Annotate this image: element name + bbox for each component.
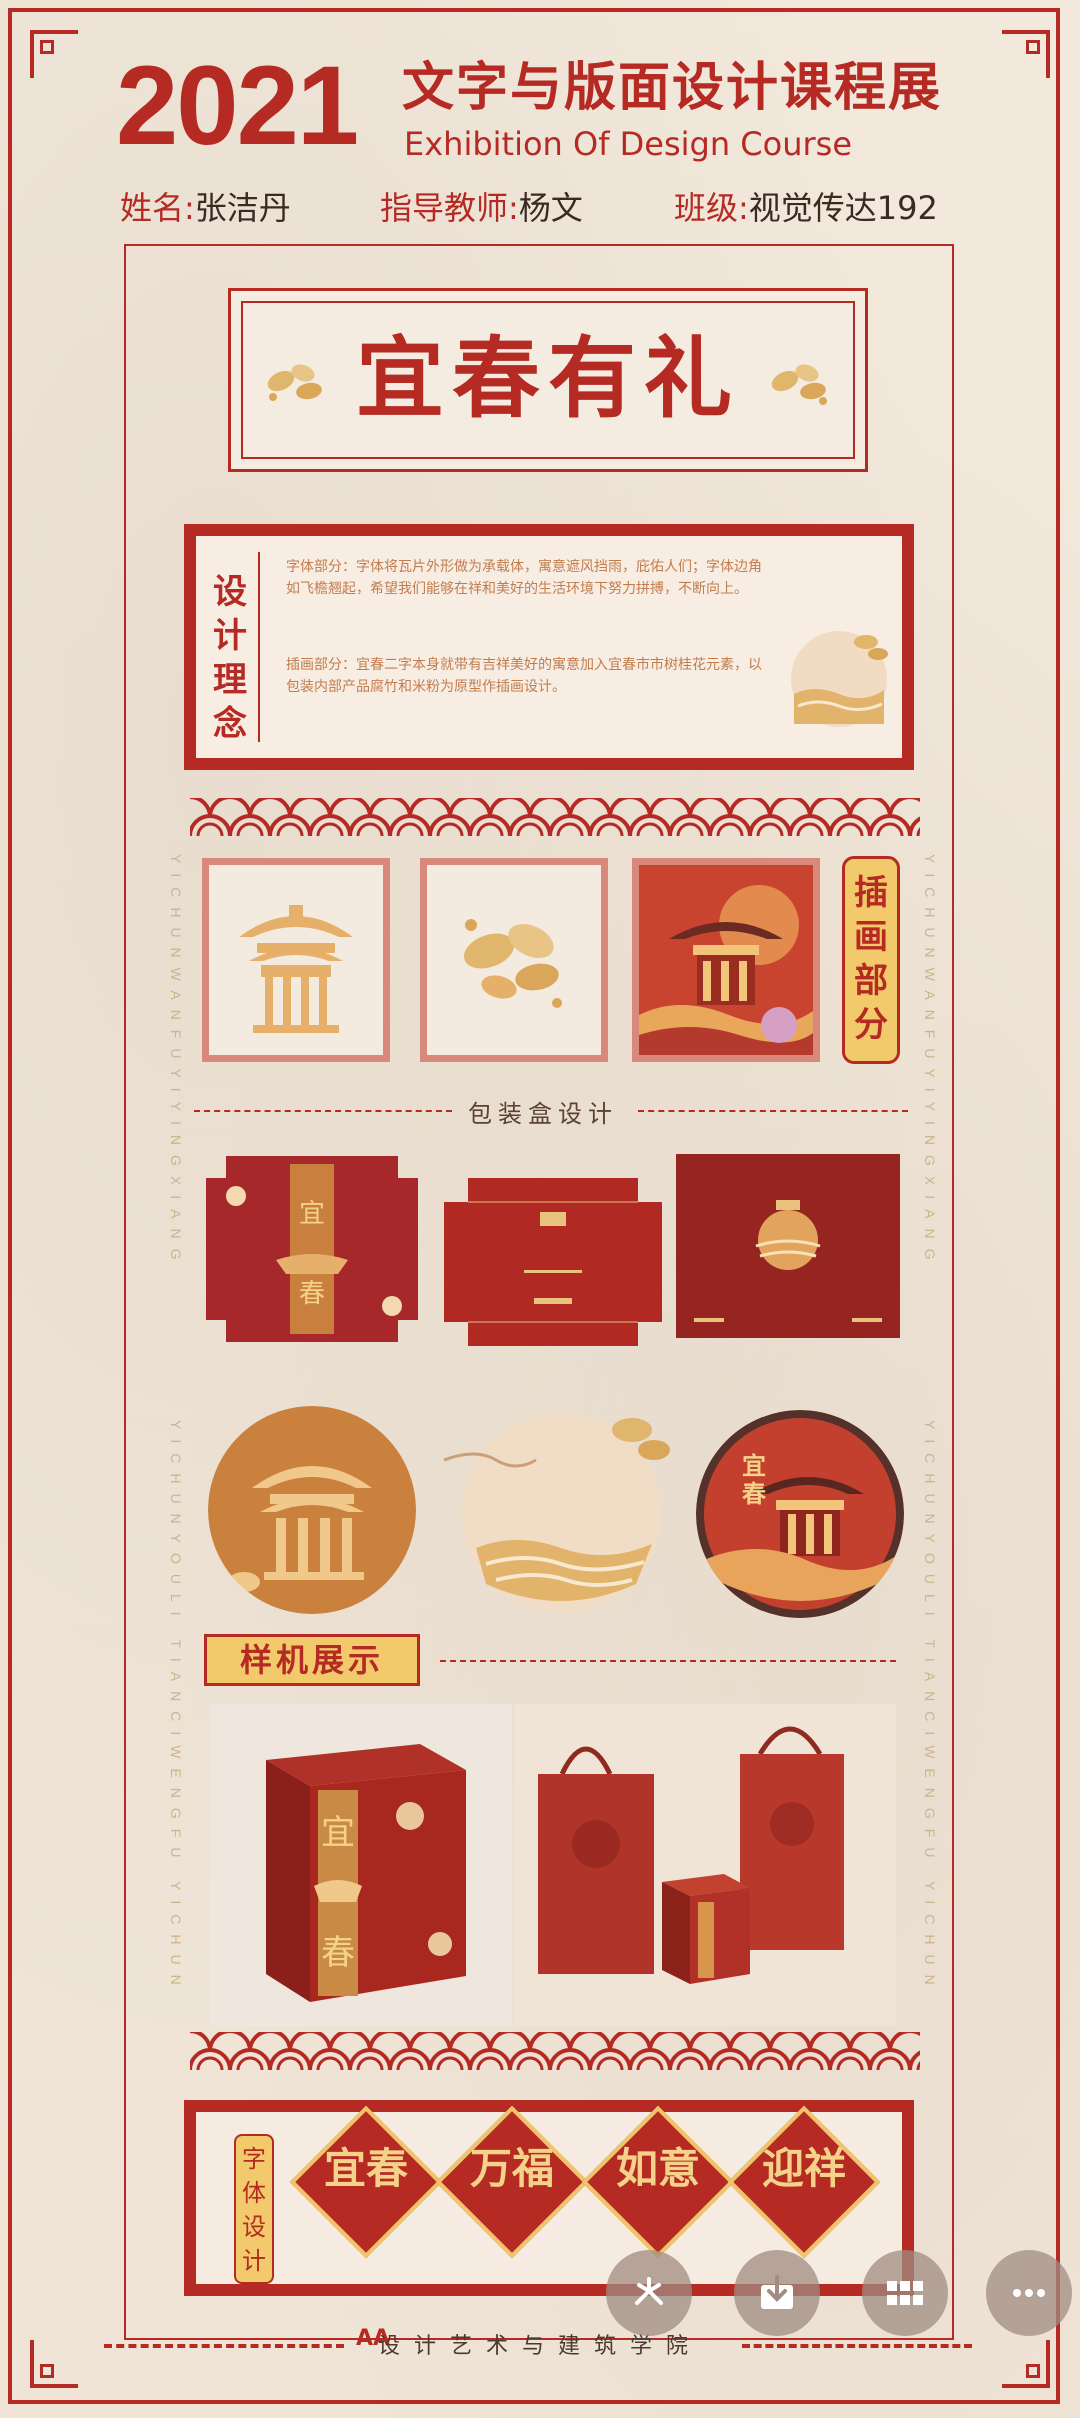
svg-text:宜: 宜: [742, 1452, 766, 1480]
font-tile-text: 迎祥: [761, 2144, 846, 2193]
packaging-dieline-front: 宜 春: [206, 1156, 418, 1342]
side-pinyin-right: YICHUNWANFUYIYINGXIANG: [922, 854, 938, 1270]
teacher: 指导教师:杨文: [380, 192, 583, 224]
packaging-title: 包装盒设计: [468, 1100, 618, 1128]
class: 班级:视觉传达192: [674, 192, 938, 224]
circle-label-waves: [443, 1413, 670, 1613]
corner-ornament: [30, 30, 78, 78]
download-button[interactable]: [734, 2250, 820, 2336]
poster: 2021 文字与版面设计课程展 Exhibition Of Design Cou…: [0, 0, 1080, 2418]
svg-text:春: 春: [299, 1279, 325, 1309]
packaging-dieline-inner: [444, 1178, 662, 1346]
course-subtitle: Exhibition Of Design Course: [404, 125, 852, 163]
pavilion-scene-icon: [639, 865, 813, 1055]
class-label: 班级:: [674, 189, 749, 227]
name-value: 张洁丹: [194, 189, 291, 227]
svg-text:宜: 宜: [321, 1813, 355, 1853]
osmanthus-icon: [771, 364, 827, 405]
concept-text-font: 字体部分：字体将瓦片外形做为承载体，寓意遮风挡雨，庇佑人们；字体边角如飞檐翘起，…: [286, 559, 762, 597]
packaging-dieline-lid: [676, 1154, 900, 1338]
divider-line: [194, 1110, 452, 1112]
osmanthus-icon: [463, 919, 562, 1008]
illustration-section-label: 插画部分: [842, 856, 900, 1064]
concept-text-illustration: 插画部分：宜春二字本身就带有吉祥美好的寓意加入宜春市市树桂花元素，以包装内部产品…: [286, 657, 762, 695]
font-design-label: 字体设计: [234, 2134, 274, 2284]
svg-text:春: 春: [742, 1480, 766, 1508]
illustration-scene-box: [632, 858, 820, 1062]
grid-button[interactable]: [862, 2250, 948, 2336]
wave-pattern: [190, 798, 920, 836]
side-pinyin-left: YICHUNWANFUYIYINGXIANG: [168, 854, 184, 1270]
mockup-photo-box: 宜 春: [210, 1704, 512, 2026]
grid-icon: [887, 2281, 923, 2305]
concept-panel-inner: 设计理念 字体部分：字体将瓦片外形做为承载体，寓意遮风挡雨，庇佑人们；字体边角如…: [196, 536, 902, 758]
corner-ornament: [1002, 30, 1050, 78]
mockup-section-label: 样机展示: [204, 1634, 420, 1686]
circle-label-pavilion: [208, 1406, 416, 1614]
mockup-photo-bags: [514, 1704, 896, 2026]
name-label: 姓名:: [120, 189, 195, 227]
font-tile-text: 万福: [469, 2144, 554, 2193]
side-pinyin-right-2: YICHUNYOULI TIANCIWENGFU YICHUN: [922, 1420, 938, 1995]
student-name: 姓名:张洁丹: [120, 192, 291, 224]
teacher-value: 杨文: [518, 189, 583, 227]
more-button[interactable]: [986, 2250, 1072, 2336]
illustration-flower-box: [420, 858, 608, 1062]
class-value: 视觉传达192: [748, 189, 938, 227]
share-button[interactable]: [606, 2250, 692, 2336]
title-banner: 宜春有礼: [228, 288, 868, 472]
side-pinyin-left-2: YICHUNYOULI TIANCIWENGFU YICHUN: [168, 1420, 184, 1995]
pavilion-icon: [239, 905, 353, 1033]
concept-divider: [258, 552, 260, 742]
download-icon: [761, 2275, 793, 2309]
course-title: 文字与版面设计课程展: [402, 58, 943, 118]
svg-text:宜: 宜: [299, 1199, 325, 1229]
divider-line: [440, 1660, 896, 1662]
share-icon: [635, 2277, 663, 2305]
wave-pattern: [190, 2032, 920, 2070]
year-title: 2021: [116, 43, 359, 168]
font-tile-text: 如意: [615, 2144, 700, 2193]
circle-label-scene: 宜 春: [696, 1410, 904, 1618]
divider-line: [638, 1110, 908, 1112]
concept-illustration-icon: [791, 631, 888, 727]
teacher-label: 指导教师:: [380, 189, 519, 227]
footer-dash-right: [742, 2344, 972, 2348]
svg-text:春: 春: [321, 1933, 355, 1973]
concept-panel: 设计理念 字体部分：字体将瓦片外形做为承载体，寓意遮风挡雨，庇佑人们；字体边角如…: [184, 524, 914, 770]
more-icon: [1013, 2289, 1045, 2297]
font-tile-text: 宜春: [323, 2144, 408, 2193]
concept-label: 设计理念: [213, 572, 247, 744]
illustration-pavilion-box: [202, 858, 390, 1062]
